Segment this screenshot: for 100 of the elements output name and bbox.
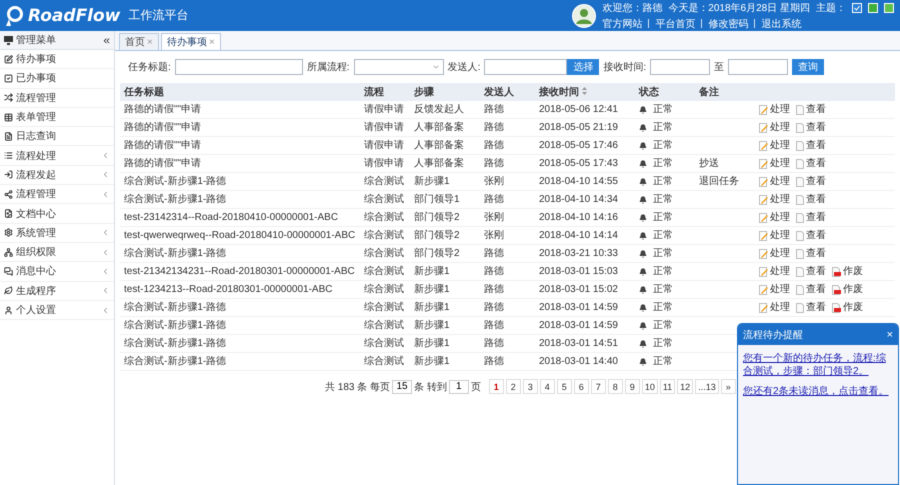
sidebar-item[interactable]: 流程发起: [0, 166, 114, 186]
header-link[interactable]: 官方网站: [602, 16, 642, 30]
column-header[interactable]: 步骤: [410, 83, 480, 101]
sidebar-item[interactable]: 组织权限: [0, 242, 114, 262]
action-link[interactable]: 作废: [832, 266, 863, 278]
page-link[interactable]: 5: [556, 379, 572, 394]
page-link[interactable]: 1: [488, 379, 504, 394]
page-link[interactable]: ...13: [695, 379, 719, 394]
edit-icon: [759, 158, 768, 168]
action-link[interactable]: 查看: [796, 104, 826, 116]
action-link[interactable]: 查看: [796, 302, 826, 314]
action-link[interactable]: 处理: [759, 248, 790, 260]
action-link[interactable]: 处理: [759, 284, 790, 296]
action-link[interactable]: 处理: [759, 122, 790, 134]
theme-swatch[interactable]: [884, 2, 894, 12]
sidebar-item[interactable]: 流程管理: [0, 88, 114, 108]
sidebar-item[interactable]: 系统管理: [0, 224, 114, 243]
table-cell: 2018-04-10 14:14: [539, 230, 618, 240]
table-cell: 反馈发起人: [414, 104, 464, 114]
page-link[interactable]: 6: [574, 379, 589, 394]
action-link[interactable]: 处理: [759, 176, 790, 188]
action-link[interactable]: 处理: [759, 302, 790, 314]
date-input[interactable]: [728, 59, 788, 75]
action-link[interactable]: 处理: [759, 212, 790, 224]
table-cell: 2018-03-01 14:51: [539, 338, 618, 348]
tab[interactable]: 首页 ×: [119, 33, 159, 50]
date-input[interactable]: [650, 59, 710, 75]
column-header[interactable]: 备注: [695, 83, 755, 101]
search-button[interactable]: 查询: [792, 59, 824, 75]
sidebar-item[interactable]: 表单管理: [0, 108, 114, 128]
action-link[interactable]: 查看: [796, 230, 826, 242]
page-link[interactable]: 9: [624, 379, 640, 394]
table-cell: 正常: [653, 284, 673, 296]
action-link[interactable]: 查看: [796, 266, 826, 278]
sort-icon[interactable]: [582, 87, 587, 95]
table-cell: 路德: [484, 302, 504, 312]
action-link[interactable]: 处理: [759, 158, 790, 170]
header-link[interactable]: 修改密码: [708, 16, 748, 30]
close-button[interactable]: ×: [886, 328, 893, 340]
collapse-toggle[interactable]: «: [103, 33, 110, 47]
page-link[interactable]: 8: [608, 379, 623, 394]
goto-input[interactable]: 1: [448, 380, 469, 394]
column-header[interactable]: 状态: [635, 83, 695, 101]
page-size-input[interactable]: 15: [392, 380, 412, 394]
action-link[interactable]: 查看: [796, 140, 826, 152]
action-link[interactable]: 查看: [796, 248, 826, 260]
page-link[interactable]: 3: [522, 379, 538, 394]
share-icon: [4, 190, 13, 199]
next-page-link[interactable]: »: [720, 379, 736, 394]
theme-swatch[interactable]: [868, 2, 878, 12]
table-cell: 2018-04-10 14:34: [539, 194, 618, 204]
action-link[interactable]: 查看: [796, 212, 826, 224]
action-link[interactable]: 作废: [832, 302, 863, 314]
sidebar-item[interactable]: 已办事项: [0, 69, 114, 89]
table-cell: 综合测试-新步骤1-路德: [124, 338, 226, 348]
action-link[interactable]: 处理: [759, 230, 790, 242]
theme-swatch[interactable]: [852, 2, 862, 12]
page-link[interactable]: 10: [642, 379, 658, 394]
sidebar-item[interactable]: 生成程序: [0, 282, 114, 301]
page-link[interactable]: 7: [590, 379, 606, 394]
table-cell: 路德: [484, 248, 504, 258]
tab[interactable]: 待办事项 ×: [160, 33, 221, 50]
table-cell: 路德: [484, 194, 504, 204]
notification-link[interactable]: 您有一个新的待办任务，流程:综合测试，步骤：部门领导2。: [743, 352, 893, 378]
sidebar-item[interactable]: 文档中心: [0, 204, 114, 224]
column-header[interactable]: 发送人: [480, 83, 535, 101]
action-link[interactable]: 处理: [759, 104, 790, 116]
sidebar-item[interactable]: 流程处理: [0, 146, 114, 166]
title-input[interactable]: [174, 59, 303, 75]
page-link[interactable]: 11: [660, 379, 676, 394]
action-link[interactable]: 查看: [796, 122, 826, 134]
page-link[interactable]: 4: [540, 379, 555, 394]
table-cell: 部门领导2: [414, 212, 460, 222]
header-link[interactable]: 退出系统: [761, 16, 802, 30]
document-icon: [832, 284, 841, 294]
flow-select[interactable]: [354, 59, 444, 75]
action-link[interactable]: 查看: [796, 176, 826, 188]
action-link[interactable]: 查看: [796, 194, 826, 206]
table-cell: 正常: [653, 338, 673, 350]
column-header[interactable]: 流程: [360, 83, 410, 101]
action-link[interactable]: 查看: [796, 284, 826, 296]
page-link[interactable]: 12: [677, 379, 694, 394]
sidebar-item[interactable]: 个人设置: [0, 300, 114, 320]
sidebar-item[interactable]: 待办事项: [0, 50, 114, 70]
header-link[interactable]: 平台首页: [655, 16, 696, 30]
action-link[interactable]: 查看: [796, 158, 826, 170]
column-header[interactable]: 接收时间: [535, 83, 635, 101]
action-link[interactable]: 处理: [759, 266, 790, 278]
choose-button[interactable]: 选择: [567, 59, 600, 75]
page-link[interactable]: 2: [506, 379, 521, 394]
column-header[interactable]: 任务标题: [120, 83, 360, 101]
action-link[interactable]: 处理: [759, 194, 790, 206]
sidebar-item[interactable]: 消息中心: [0, 262, 114, 282]
action-link[interactable]: 处理: [759, 140, 790, 152]
action-link[interactable]: 作废: [832, 284, 863, 296]
sender-input[interactable]: [484, 59, 568, 75]
bell-icon: [639, 106, 647, 114]
sidebar-item[interactable]: 日志查询: [0, 127, 114, 146]
sidebar-item[interactable]: 流程管理: [0, 185, 114, 204]
notification-link[interactable]: 您还有2条未读消息，点击查看。: [743, 385, 893, 398]
